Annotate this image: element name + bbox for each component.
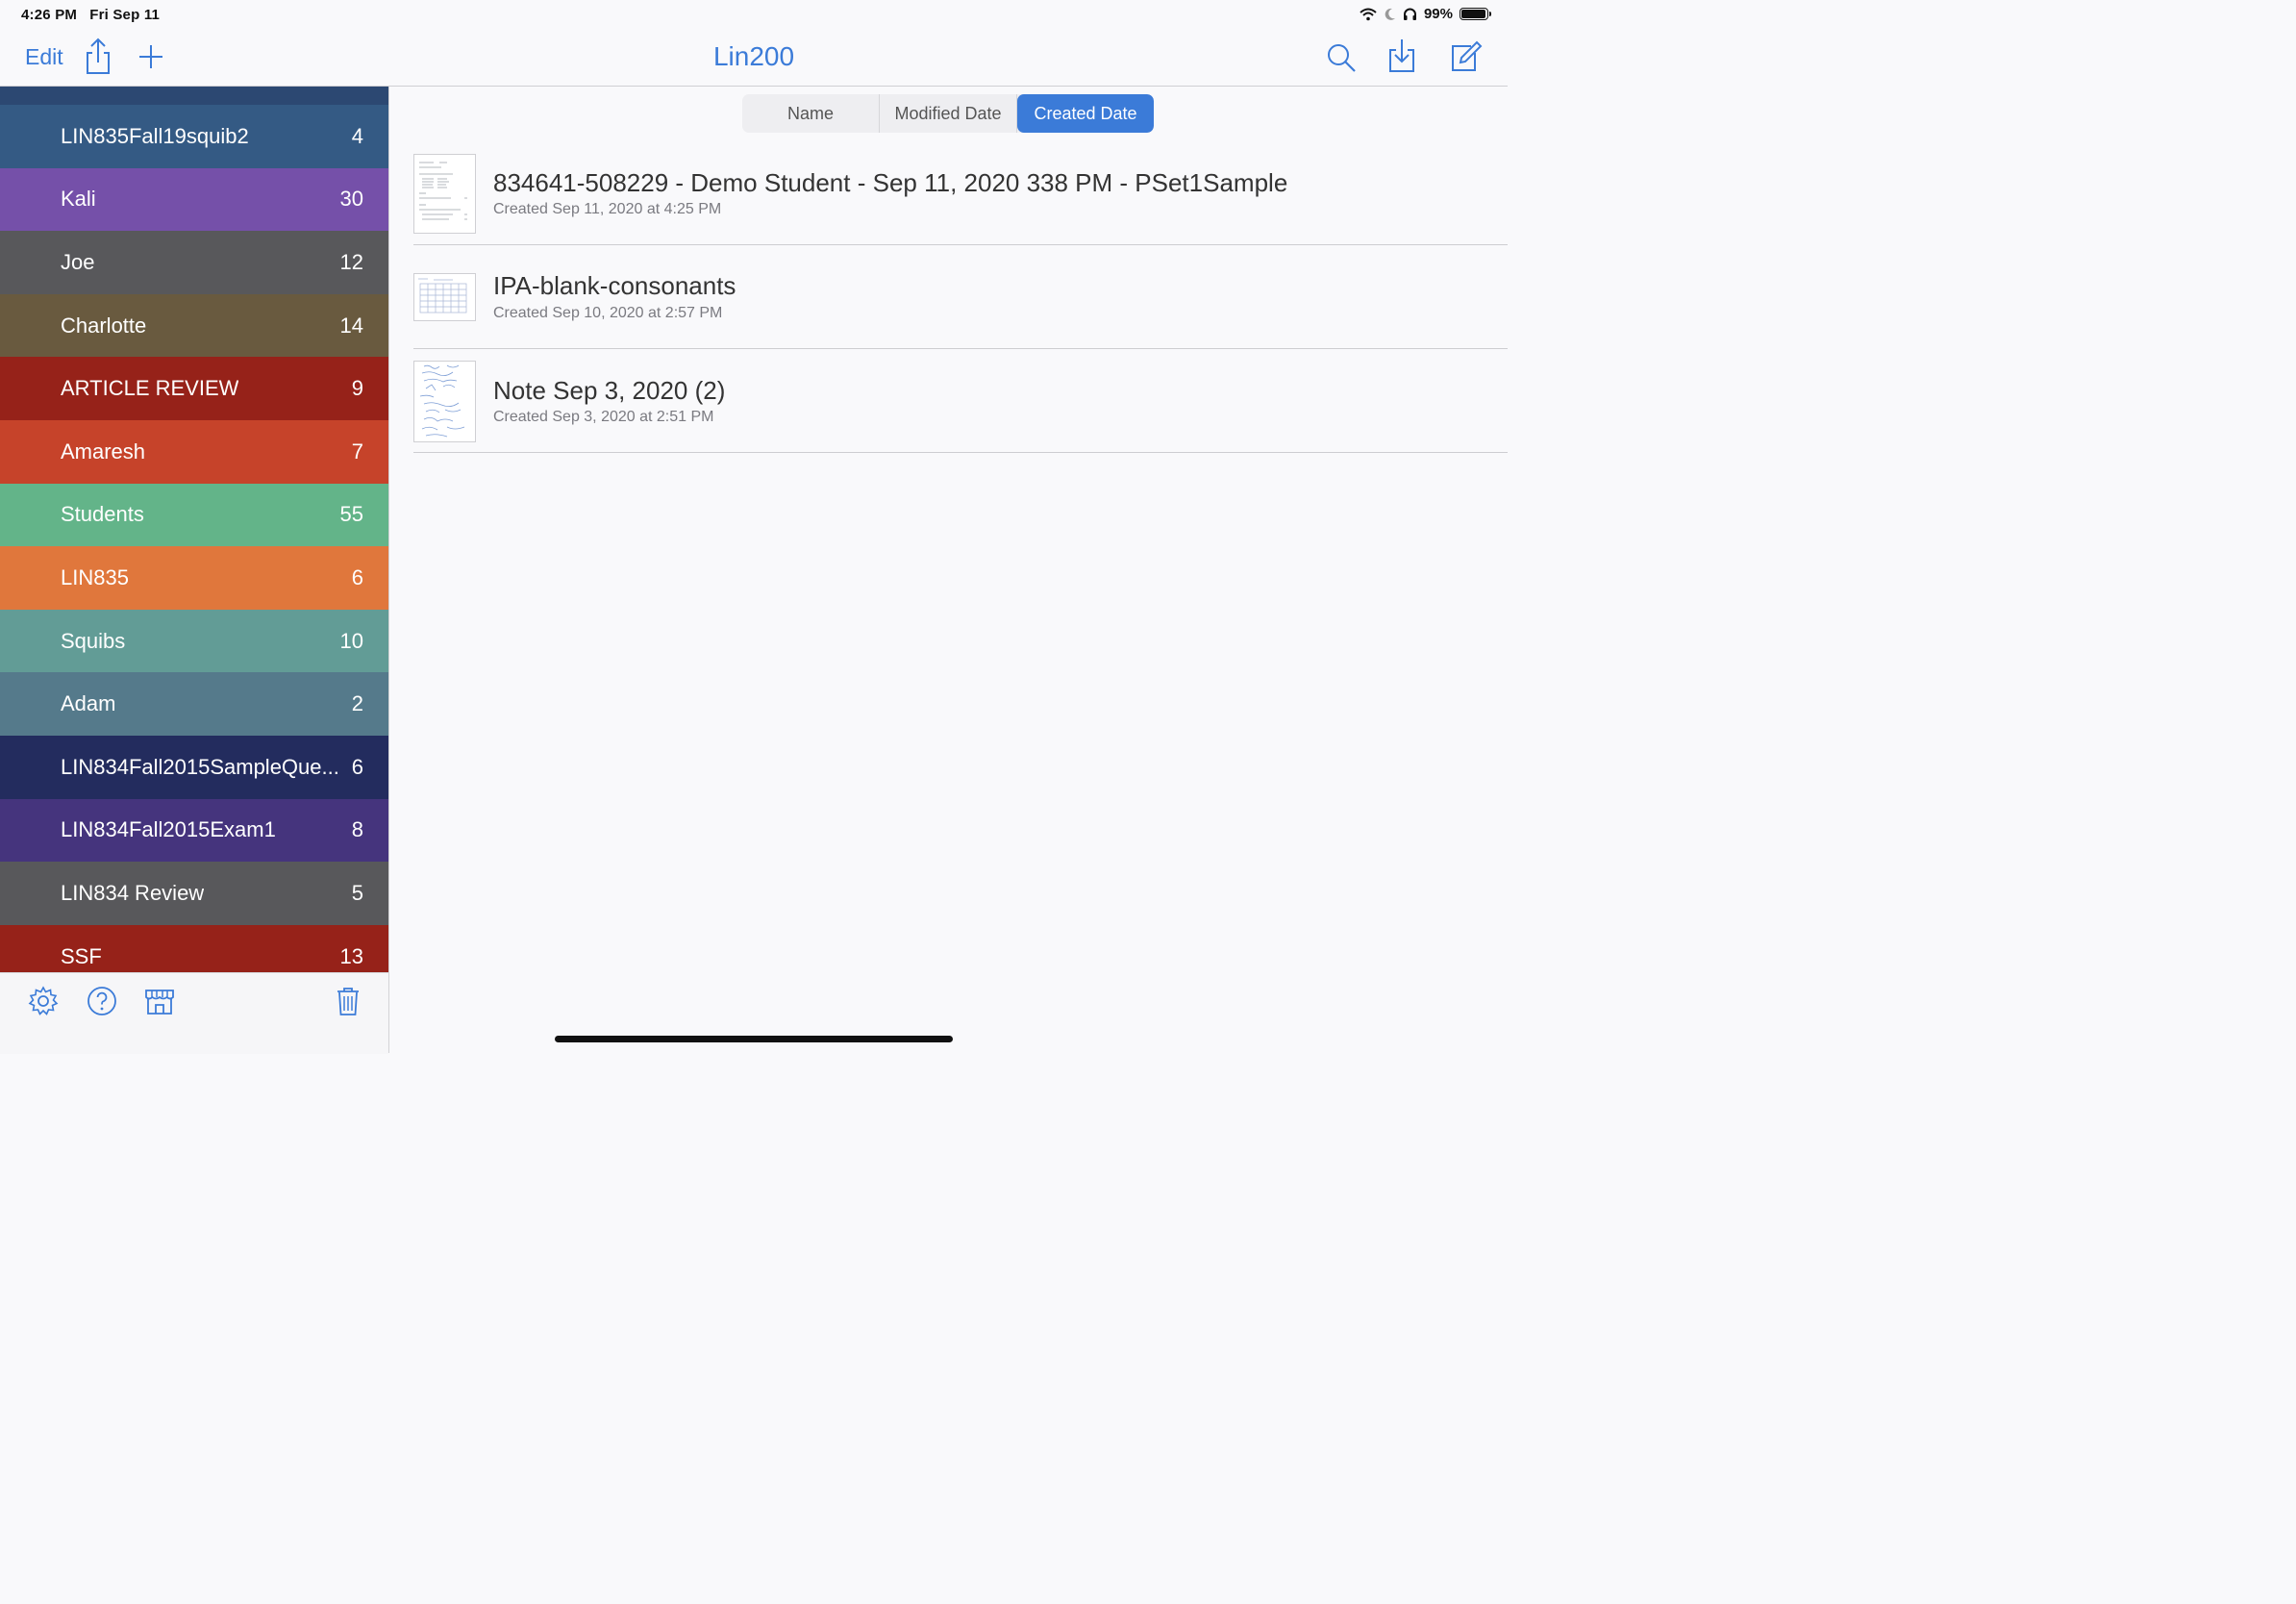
pset-page-preview-icon xyxy=(419,162,467,220)
wifi-icon xyxy=(1360,8,1377,20)
folder-name: Squibs xyxy=(61,628,126,653)
folder-count: 6 xyxy=(351,564,363,589)
folder-name: SSF xyxy=(61,943,102,968)
status-date-text: Fri Sep 11 xyxy=(89,7,161,23)
document-row[interactable]: IPA-blank-consonants Created Sep 10, 202… xyxy=(413,245,1508,349)
document-thumbnail xyxy=(413,273,476,321)
headphones-icon xyxy=(1403,8,1416,20)
document-browser: Name Modified Date Created Date 834641-508… xyxy=(389,87,1508,1053)
folder-item[interactable]: Charlotte 14 xyxy=(0,293,388,358)
sort-option-name[interactable]: Name xyxy=(742,94,880,133)
document-row[interactable]: 834641-508229 - Demo Student - Sep 11, 2… xyxy=(413,141,1508,245)
folder-name: LIN834 Review xyxy=(61,880,205,905)
folder-count: 8 xyxy=(351,817,363,842)
document-title: 834641-508229 - Demo Student - Sep 11, 2… xyxy=(493,168,1288,197)
settings-icon[interactable] xyxy=(27,985,60,1017)
folder-name: Adam xyxy=(61,691,116,716)
folder-item[interactable]: LIN834Fall2015SampleQue... 6 xyxy=(0,735,388,799)
folder-item[interactable]: LIN834 Review 5 xyxy=(0,862,388,925)
status-indicators: 99% xyxy=(1360,6,1491,22)
document-created-date: Created Sep 11, 2020 at 4:25 PM xyxy=(493,201,722,217)
store-icon[interactable] xyxy=(143,985,176,1017)
folder-count: 12 xyxy=(339,249,363,274)
handwritten-note-preview-icon xyxy=(419,364,465,438)
sort-option-modified-date[interactable]: Modified Date xyxy=(880,94,1017,133)
home-indicator[interactable] xyxy=(555,1036,953,1042)
help-icon[interactable] xyxy=(86,985,118,1017)
folder-name: Amaresh xyxy=(61,439,146,464)
battery-percent: 99% xyxy=(1423,6,1453,22)
folder-item[interactable]: Students 55 xyxy=(0,483,388,547)
document-thumbnail xyxy=(413,154,476,234)
folder-name: Joe xyxy=(61,249,95,274)
folder-count: 2 xyxy=(351,691,363,716)
folder-count: 30 xyxy=(339,187,363,212)
ipa-chart-preview-icon xyxy=(418,278,467,313)
folder-name: ARTICLE REVIEW xyxy=(61,376,239,401)
moon-icon xyxy=(1385,8,1395,20)
folder-count: 6 xyxy=(351,754,363,779)
folder-name: LIN835Fall19squib2 xyxy=(61,123,249,148)
folder-item[interactable]: Adam 2 xyxy=(0,672,388,736)
document-created-date: Created Sep 10, 2020 at 2:57 PM xyxy=(493,305,723,321)
folder-count: 14 xyxy=(339,313,363,338)
document-row[interactable]: Note Sep 3, 2020 (2) Created Sep 3, 2020… xyxy=(413,349,1508,453)
folder-item[interactable]: ARTICLE REVIEW 9 xyxy=(0,357,388,420)
folder-count: 10 xyxy=(339,628,363,653)
battery-icon xyxy=(1460,8,1491,20)
folder-count: 5 xyxy=(351,880,363,905)
folder-item[interactable]: SSF 13 xyxy=(0,924,388,972)
folder-name: Kali xyxy=(61,187,96,212)
page-title: Lin200 xyxy=(712,41,795,71)
folder-name: Students xyxy=(61,502,144,527)
status-time-text: 4:26 PM xyxy=(21,7,78,23)
folder-count: 4 xyxy=(351,123,363,148)
import-icon[interactable] xyxy=(1383,37,1421,75)
sidebar: LIN835Fall19squib2 4 Kali 30 Joe 12 Charlotte 1… xyxy=(0,87,389,1054)
sort-segmented-control: Name Modified Date Created Date xyxy=(742,94,1154,133)
status-bar: 4:26 PM Fri Sep 11 99% xyxy=(0,0,1508,29)
document-list: 834641-508229 - Demo Student - Sep 11, 2… xyxy=(413,141,1508,453)
compose-icon[interactable] xyxy=(1445,37,1484,75)
folder-item[interactable]: Squibs 10 xyxy=(0,609,388,673)
folder-item[interactable]: Joe 12 xyxy=(0,231,388,294)
folder-name: Charlotte xyxy=(61,313,147,338)
folder-item[interactable]: LIN835 6 xyxy=(0,546,388,610)
folder-count: 55 xyxy=(339,502,363,527)
trash-icon[interactable] xyxy=(332,985,364,1017)
folder-item[interactable]: LIN835Fall19squib2 4 xyxy=(0,105,388,168)
navigation-bar: Edit Lin200 xyxy=(0,29,1508,87)
battery-level xyxy=(1461,10,1485,18)
folder-count: 9 xyxy=(351,376,363,401)
document-thumbnail xyxy=(413,361,476,442)
document-title: Note Sep 3, 2020 (2) xyxy=(493,376,726,405)
folder-list-edge xyxy=(0,87,388,105)
folder-name: LIN835 xyxy=(61,564,129,589)
sidebar-toolbar xyxy=(0,972,388,1054)
folder-list[interactable]: LIN835Fall19squib2 4 Kali 30 Joe 12 Charlotte 1… xyxy=(0,87,388,972)
folder-count: 13 xyxy=(339,943,363,968)
document-title: IPA-blank-consonants xyxy=(493,271,736,300)
search-icon[interactable] xyxy=(1322,37,1360,75)
folder-count: 7 xyxy=(351,439,363,464)
sort-option-created-date[interactable]: Created Date xyxy=(1017,94,1154,133)
folder-name: LIN834Fall2015Exam1 xyxy=(61,817,276,842)
status-time: 4:26 PM Fri Sep 11 xyxy=(21,7,160,23)
document-created-date: Created Sep 3, 2020 at 2:51 PM xyxy=(493,409,714,425)
folder-item[interactable]: Kali 30 xyxy=(0,167,388,232)
folder-name: LIN834Fall2015SampleQue... xyxy=(61,754,339,779)
folder-item[interactable]: Amaresh 7 xyxy=(0,419,388,484)
folder-item[interactable]: LIN834Fall2015Exam1 8 xyxy=(0,798,388,863)
